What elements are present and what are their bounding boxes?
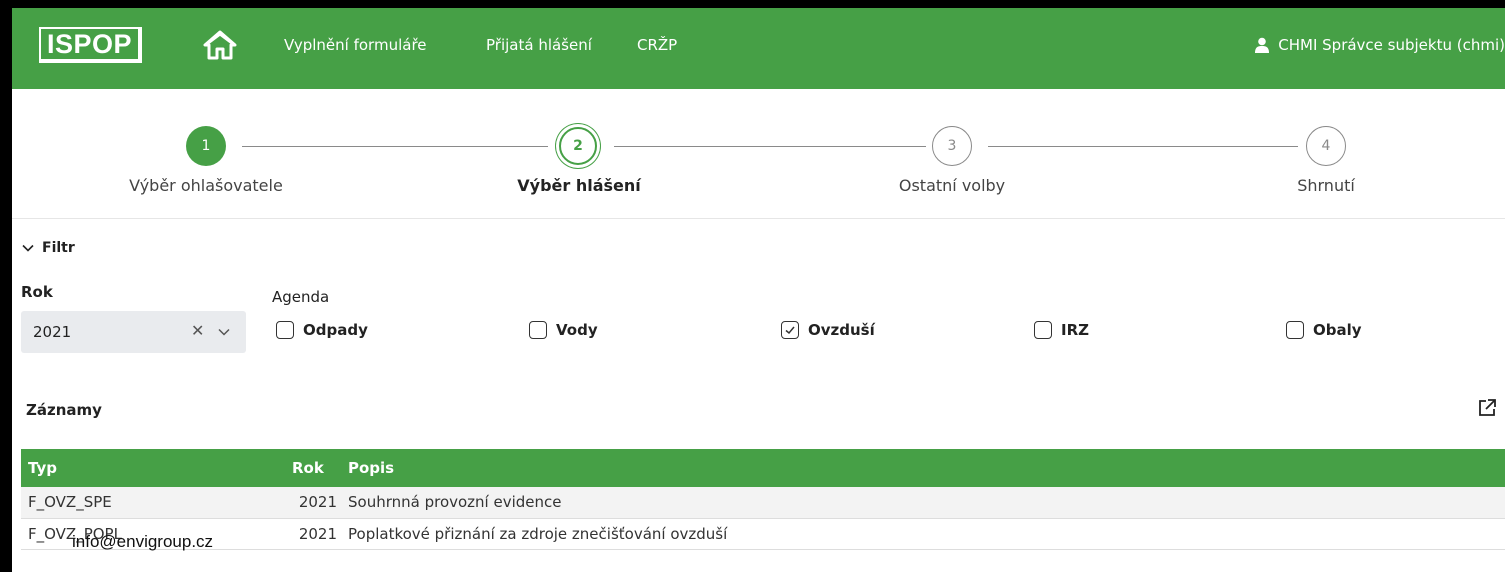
filter-toggle[interactable]: Filtr: [22, 240, 75, 256]
step-2-circle[interactable]: 2: [559, 127, 597, 165]
table-header-row: Typ Rok Popis: [21, 449, 1505, 487]
step-1-circle[interactable]: 1: [186, 126, 226, 166]
filter-label: Filtr: [42, 240, 75, 256]
user-menu[interactable]: CHMI Správce subjektu (chmi): [1254, 36, 1505, 54]
cell-rok: 2021: [281, 518, 341, 550]
checkbox-irz[interactable]: IRZ: [1034, 321, 1089, 339]
checkbox-box[interactable]: [781, 321, 799, 339]
step-connector: [988, 146, 1298, 147]
rok-select[interactable]: 2021 ✕: [21, 311, 246, 353]
step-4-label: Shrnutí: [1297, 176, 1355, 195]
cell-popis: Poplatkové přiznání za zdroje znečišťová…: [341, 518, 1505, 550]
checkbox-odpady[interactable]: Odpady: [276, 321, 368, 339]
step-3-label: Ostatní volby: [898, 176, 1006, 195]
checkbox-vody[interactable]: Vody: [529, 321, 598, 339]
agenda-label: Agenda: [272, 288, 330, 306]
watermark: info@envigroup.cz: [72, 532, 214, 551]
checkbox-box[interactable]: [276, 321, 294, 339]
step-connector: [242, 146, 548, 147]
checkbox-label: Ovzduší: [808, 321, 875, 339]
checkbox-label: IRZ: [1061, 321, 1090, 339]
rok-value: 2021: [33, 323, 72, 341]
step-connector: [614, 146, 926, 147]
step-3-circle[interactable]: 3: [932, 126, 972, 166]
nav-prijata-hlaseni[interactable]: Přijatá hlášení: [486, 36, 592, 54]
checkbox-obaly[interactable]: Obaly: [1286, 321, 1362, 339]
checkbox-label: Obaly: [1313, 321, 1362, 339]
chevron-down-icon[interactable]: [217, 325, 231, 339]
column-header-rok[interactable]: Rok: [281, 449, 341, 487]
external-link-icon[interactable]: [1477, 398, 1497, 418]
ispop-logo[interactable]: ISPOP: [39, 27, 143, 63]
app-frame: ISPOP Vyplnění formuláře Přijatá hlášení…: [12, 8, 1505, 572]
records-title: Záznamy: [26, 401, 102, 419]
nav-vyplneni-formulare[interactable]: Vyplnění formuláře: [284, 36, 427, 54]
nav-crzp[interactable]: CRŽP: [637, 36, 677, 54]
wizard-stepper: 1 2 3 4 Výběr ohlašovatele Výběr hlášení…: [12, 89, 1505, 219]
checkbox-box[interactable]: [529, 321, 547, 339]
checkbox-ovzdusi[interactable]: Ovzduší: [781, 321, 875, 339]
checkbox-label: Odpady: [303, 321, 368, 339]
step-2-label: Výběr hlášení: [517, 176, 641, 195]
step-1-label: Výběr ohlašovatele: [129, 176, 283, 195]
column-header-popis[interactable]: Popis: [341, 449, 1505, 487]
chevron-down-icon: [22, 244, 34, 252]
user-name: CHMI Správce subjektu (chmi): [1278, 36, 1505, 54]
checkbox-label: Vody: [556, 321, 598, 339]
step-4-circle[interactable]: 4: [1306, 126, 1346, 166]
cell-popis: Souhrnná provozní evidence: [341, 487, 1505, 519]
checkbox-box[interactable]: [1034, 321, 1052, 339]
cell-typ: F_OVZ_SPE: [21, 487, 281, 519]
top-navbar: ISPOP Vyplnění formuláře Přijatá hlášení…: [12, 8, 1505, 89]
cell-rok: 2021: [281, 487, 341, 519]
records-table: Typ Rok Popis F_OVZ_SPE 2021 Souhrnná pr…: [21, 449, 1505, 550]
column-header-typ[interactable]: Typ: [21, 449, 281, 487]
user-icon: [1255, 37, 1270, 53]
table-row[interactable]: F_OVZ_SPE 2021 Souhrnná provozní evidenc…: [21, 487, 1505, 519]
rok-label: Rok: [21, 283, 53, 301]
check-icon: [785, 326, 795, 335]
table-row[interactable]: F_OVZ_POPL 2021 Poplatkové přiznání za z…: [21, 518, 1505, 550]
home-icon[interactable]: [203, 30, 237, 60]
clear-icon[interactable]: ✕: [191, 321, 204, 340]
checkbox-box[interactable]: [1286, 321, 1304, 339]
